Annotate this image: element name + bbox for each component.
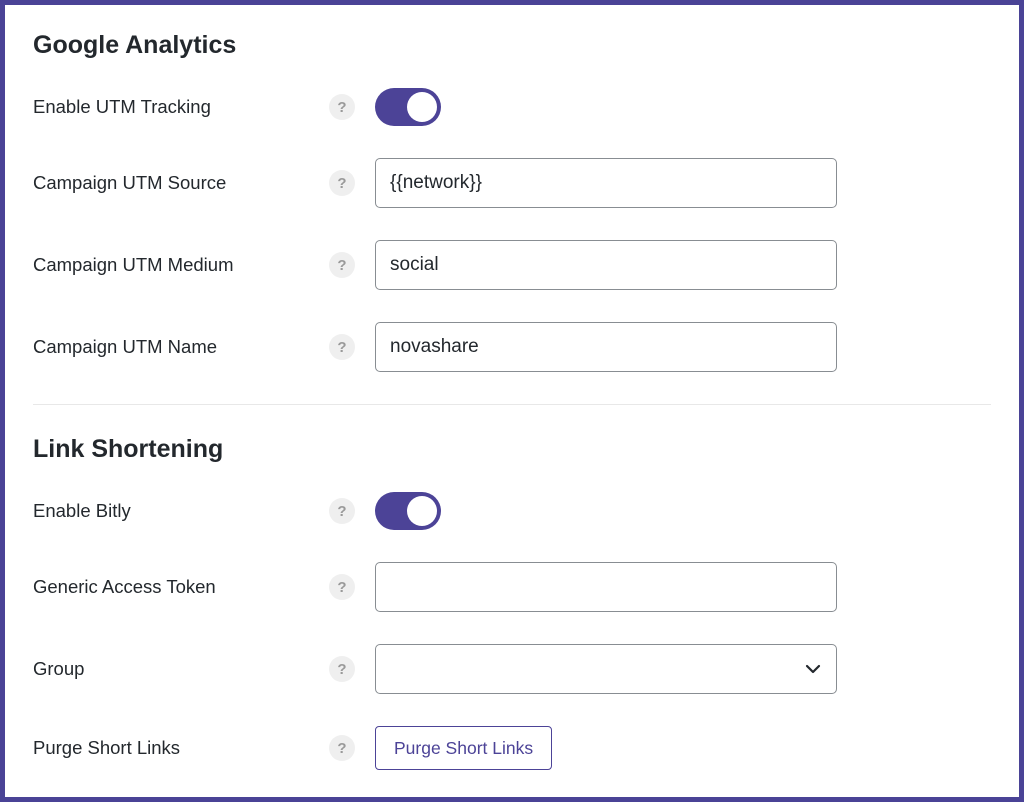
help-icon[interactable]: ? (329, 735, 355, 761)
label-purge-short-links: Purge Short Links (33, 737, 329, 759)
input-utm-name[interactable] (375, 322, 837, 372)
row-utm-name: Campaign UTM Name ? (33, 322, 991, 372)
label-utm-source: Campaign UTM Source (33, 172, 329, 194)
section-title-link-shortening: Link Shortening (33, 435, 991, 464)
label-group: Group (33, 658, 329, 680)
row-utm-medium: Campaign UTM Medium ? (33, 240, 991, 290)
help-icon[interactable]: ? (329, 170, 355, 196)
help-icon[interactable]: ? (329, 656, 355, 682)
row-access-token: Generic Access Token ? (33, 562, 991, 612)
toggle-enable-bitly[interactable] (375, 492, 441, 530)
toggle-knob (407, 92, 437, 122)
select-group[interactable] (375, 644, 837, 694)
label-utm-medium: Campaign UTM Medium (33, 254, 329, 276)
row-purge-short-links: Purge Short Links ? Purge Short Links (33, 726, 991, 770)
purge-short-links-button[interactable]: Purge Short Links (375, 726, 552, 770)
input-utm-medium[interactable] (375, 240, 837, 290)
section-title-google-analytics: Google Analytics (33, 31, 991, 60)
toggle-knob (407, 496, 437, 526)
row-group: Group ? (33, 644, 991, 694)
help-icon[interactable]: ? (329, 574, 355, 600)
row-utm-source: Campaign UTM Source ? (33, 158, 991, 208)
label-enable-utm-tracking: Enable UTM Tracking (33, 96, 329, 118)
label-utm-name: Campaign UTM Name (33, 336, 329, 358)
help-icon[interactable]: ? (329, 252, 355, 278)
row-enable-bitly: Enable Bitly ? (33, 492, 991, 530)
toggle-enable-utm-tracking[interactable] (375, 88, 441, 126)
label-enable-bitly: Enable Bitly (33, 500, 329, 522)
row-enable-utm-tracking: Enable UTM Tracking ? (33, 88, 991, 126)
help-icon[interactable]: ? (329, 498, 355, 524)
input-utm-source[interactable] (375, 158, 837, 208)
help-icon[interactable]: ? (329, 334, 355, 360)
label-access-token: Generic Access Token (33, 576, 329, 598)
input-access-token[interactable] (375, 562, 837, 612)
section-divider (33, 404, 991, 405)
help-icon[interactable]: ? (329, 94, 355, 120)
